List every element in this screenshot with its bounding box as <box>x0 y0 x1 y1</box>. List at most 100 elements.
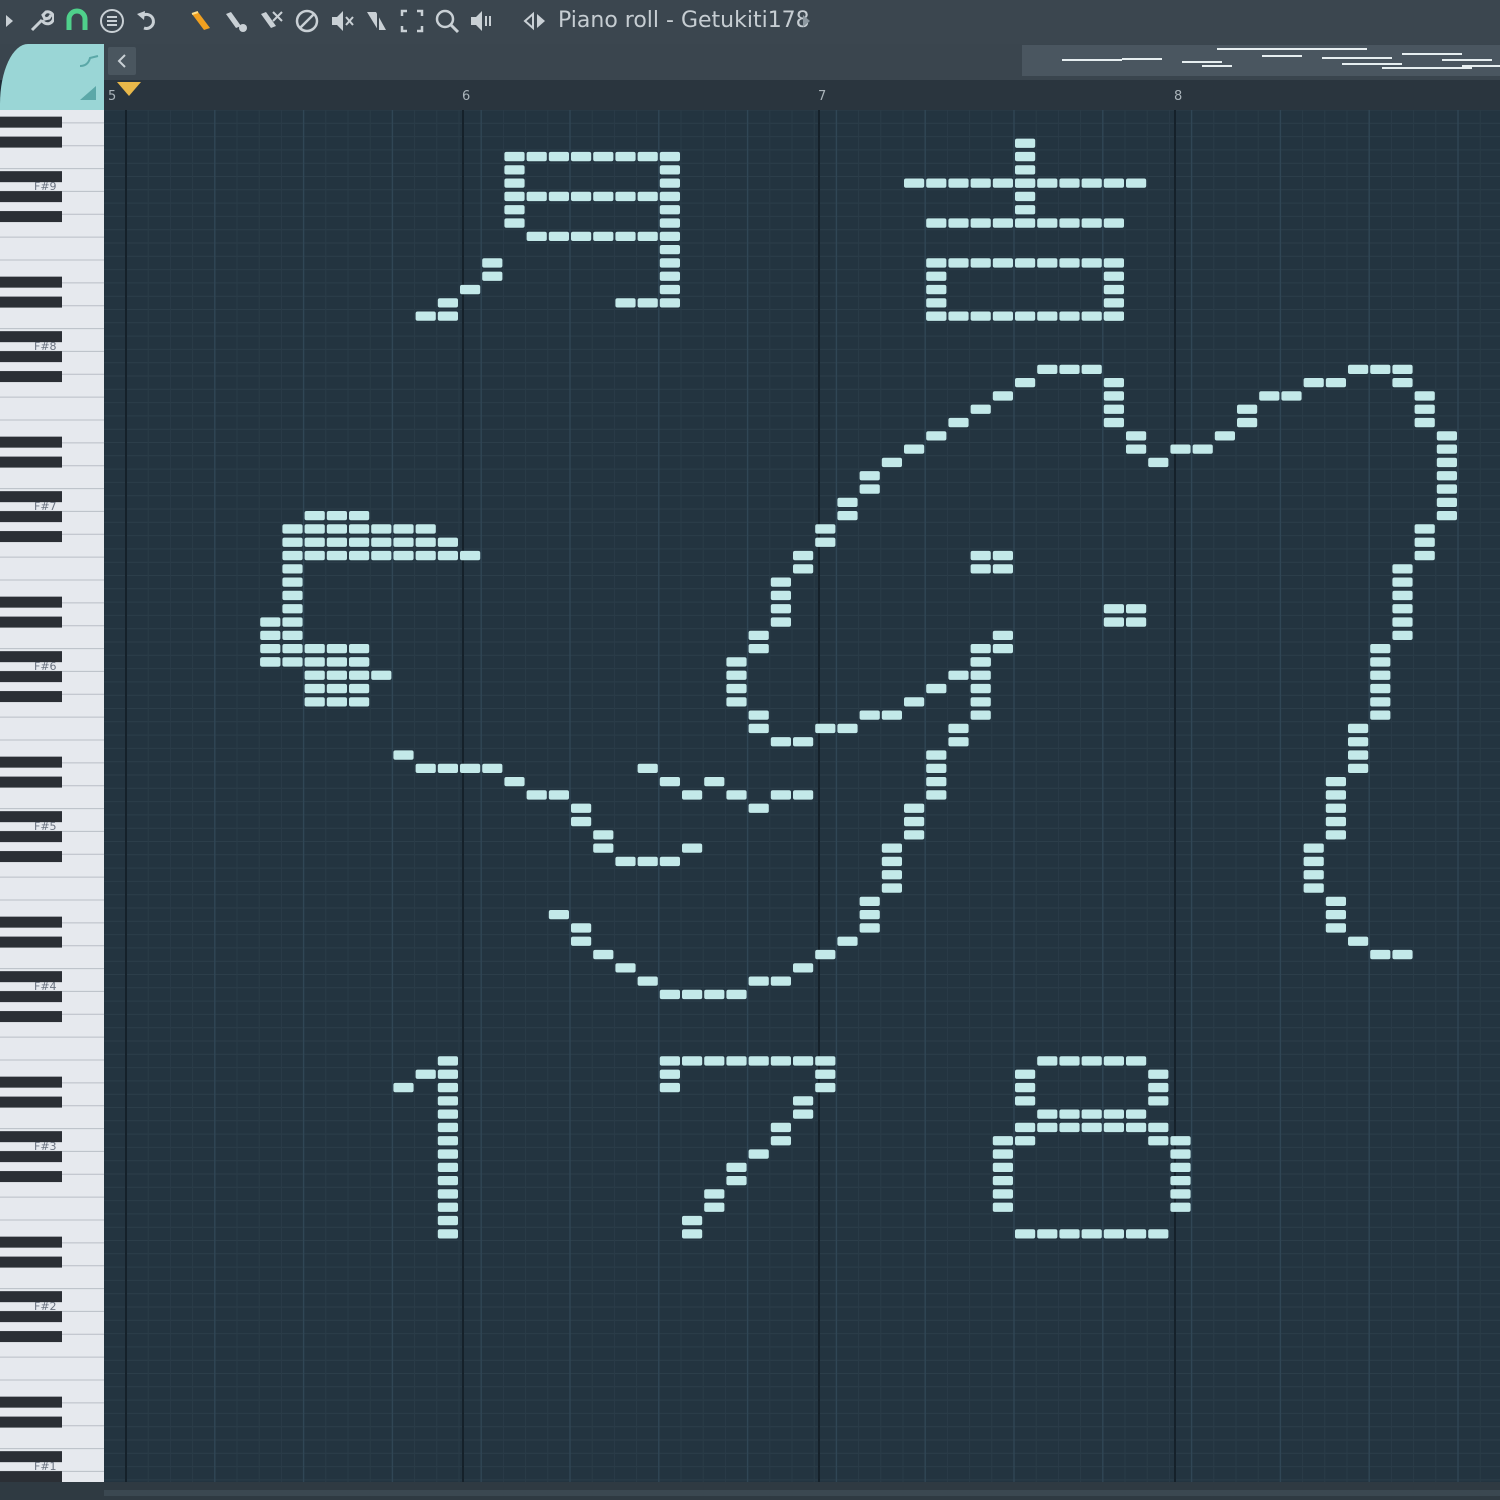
note[interactable] <box>948 311 969 321</box>
note[interactable] <box>970 670 991 680</box>
note[interactable] <box>793 564 814 574</box>
note[interactable] <box>682 843 703 853</box>
note[interactable] <box>349 683 370 694</box>
black-key[interactable] <box>0 1076 62 1088</box>
timeline-ruler[interactable] <box>104 80 1500 111</box>
note[interactable] <box>659 245 680 255</box>
note[interactable] <box>460 284 481 295</box>
note[interactable] <box>1303 843 1324 853</box>
piano-keyboard[interactable]: F#9 F#8 F#7 F#6 F#5 F#4 F#3 F#2 F#1 <box>0 99 104 1500</box>
note[interactable] <box>659 258 680 268</box>
note[interactable] <box>304 511 325 521</box>
note[interactable] <box>970 404 991 414</box>
note[interactable] <box>415 311 436 321</box>
note[interactable] <box>526 790 547 800</box>
playback-icon[interactable] <box>467 6 497 36</box>
note[interactable] <box>1370 697 1391 707</box>
note[interactable] <box>770 590 791 601</box>
black-key[interactable] <box>0 136 62 148</box>
note[interactable] <box>659 231 680 241</box>
note[interactable] <box>992 218 1013 228</box>
note[interactable] <box>904 816 925 827</box>
note[interactable] <box>1015 311 1036 321</box>
note[interactable] <box>1037 258 1058 268</box>
note[interactable] <box>1015 205 1036 215</box>
note[interactable] <box>1436 484 1457 494</box>
note[interactable] <box>437 1189 458 1199</box>
select-icon[interactable] <box>397 6 427 36</box>
note[interactable] <box>371 537 392 547</box>
note[interactable] <box>1103 1109 1124 1119</box>
note[interactable] <box>1436 471 1457 481</box>
speaker-icon[interactable] <box>520 6 550 36</box>
note[interactable] <box>704 1202 725 1212</box>
note[interactable] <box>437 550 458 561</box>
note[interactable] <box>637 856 658 867</box>
note[interactable] <box>1436 431 1457 441</box>
note[interactable] <box>1103 311 1124 321</box>
note[interactable] <box>1037 1122 1058 1133</box>
note[interactable] <box>793 1096 814 1106</box>
note[interactable] <box>304 657 325 667</box>
note[interactable] <box>1059 1109 1080 1119</box>
note[interactable] <box>1081 218 1102 228</box>
note[interactable] <box>1348 737 1369 747</box>
note[interactable] <box>992 178 1013 188</box>
note[interactable] <box>793 550 814 561</box>
note[interactable] <box>837 511 858 521</box>
note[interactable] <box>437 537 458 547</box>
note[interactable] <box>970 311 991 321</box>
note[interactable] <box>1325 910 1346 920</box>
note[interactable] <box>1103 417 1124 428</box>
note[interactable] <box>571 231 592 241</box>
note[interactable] <box>593 191 614 202</box>
note[interactable] <box>571 936 592 946</box>
note[interactable] <box>926 790 947 800</box>
black-key[interactable] <box>0 276 62 288</box>
note[interactable] <box>1148 1096 1169 1106</box>
note[interactable] <box>726 697 747 707</box>
note[interactable] <box>1059 1229 1080 1239</box>
note[interactable] <box>393 524 414 534</box>
note[interactable] <box>593 231 614 241</box>
note[interactable] <box>415 537 436 547</box>
note[interactable] <box>393 537 414 547</box>
note[interactable] <box>304 644 325 654</box>
note[interactable] <box>437 1202 458 1212</box>
note[interactable] <box>1370 949 1391 960</box>
note[interactable] <box>992 391 1013 401</box>
note[interactable] <box>726 657 747 667</box>
black-key[interactable] <box>0 756 62 768</box>
note[interactable] <box>282 604 303 614</box>
note[interactable] <box>904 444 925 454</box>
note[interactable] <box>1348 936 1369 946</box>
note[interactable] <box>548 191 569 202</box>
black-key[interactable] <box>0 916 62 928</box>
note[interactable] <box>326 511 347 521</box>
note[interactable] <box>1303 883 1324 893</box>
note[interactable] <box>815 1056 836 1066</box>
note[interactable] <box>1370 670 1391 680</box>
note[interactable] <box>1015 1096 1036 1106</box>
note[interactable] <box>970 218 991 228</box>
note[interactable] <box>1170 1149 1191 1159</box>
note[interactable] <box>437 1149 458 1159</box>
note[interactable] <box>1059 1122 1080 1133</box>
wrench-icon[interactable] <box>26 6 56 36</box>
note[interactable] <box>682 1215 703 1226</box>
note[interactable] <box>1370 657 1391 667</box>
note[interactable] <box>1170 1136 1191 1146</box>
note[interactable] <box>659 298 680 308</box>
pencil-icon[interactable] <box>186 6 216 36</box>
note[interactable] <box>881 457 902 468</box>
note[interactable] <box>1148 1069 1169 1079</box>
note[interactable] <box>1348 750 1369 760</box>
note[interactable] <box>1015 1069 1036 1079</box>
note[interactable] <box>526 151 547 162</box>
note[interactable] <box>748 1149 769 1159</box>
note[interactable] <box>1370 644 1391 654</box>
note[interactable] <box>615 856 636 867</box>
note[interactable] <box>571 151 592 162</box>
note[interactable] <box>593 830 614 840</box>
note[interactable] <box>1392 378 1413 388</box>
